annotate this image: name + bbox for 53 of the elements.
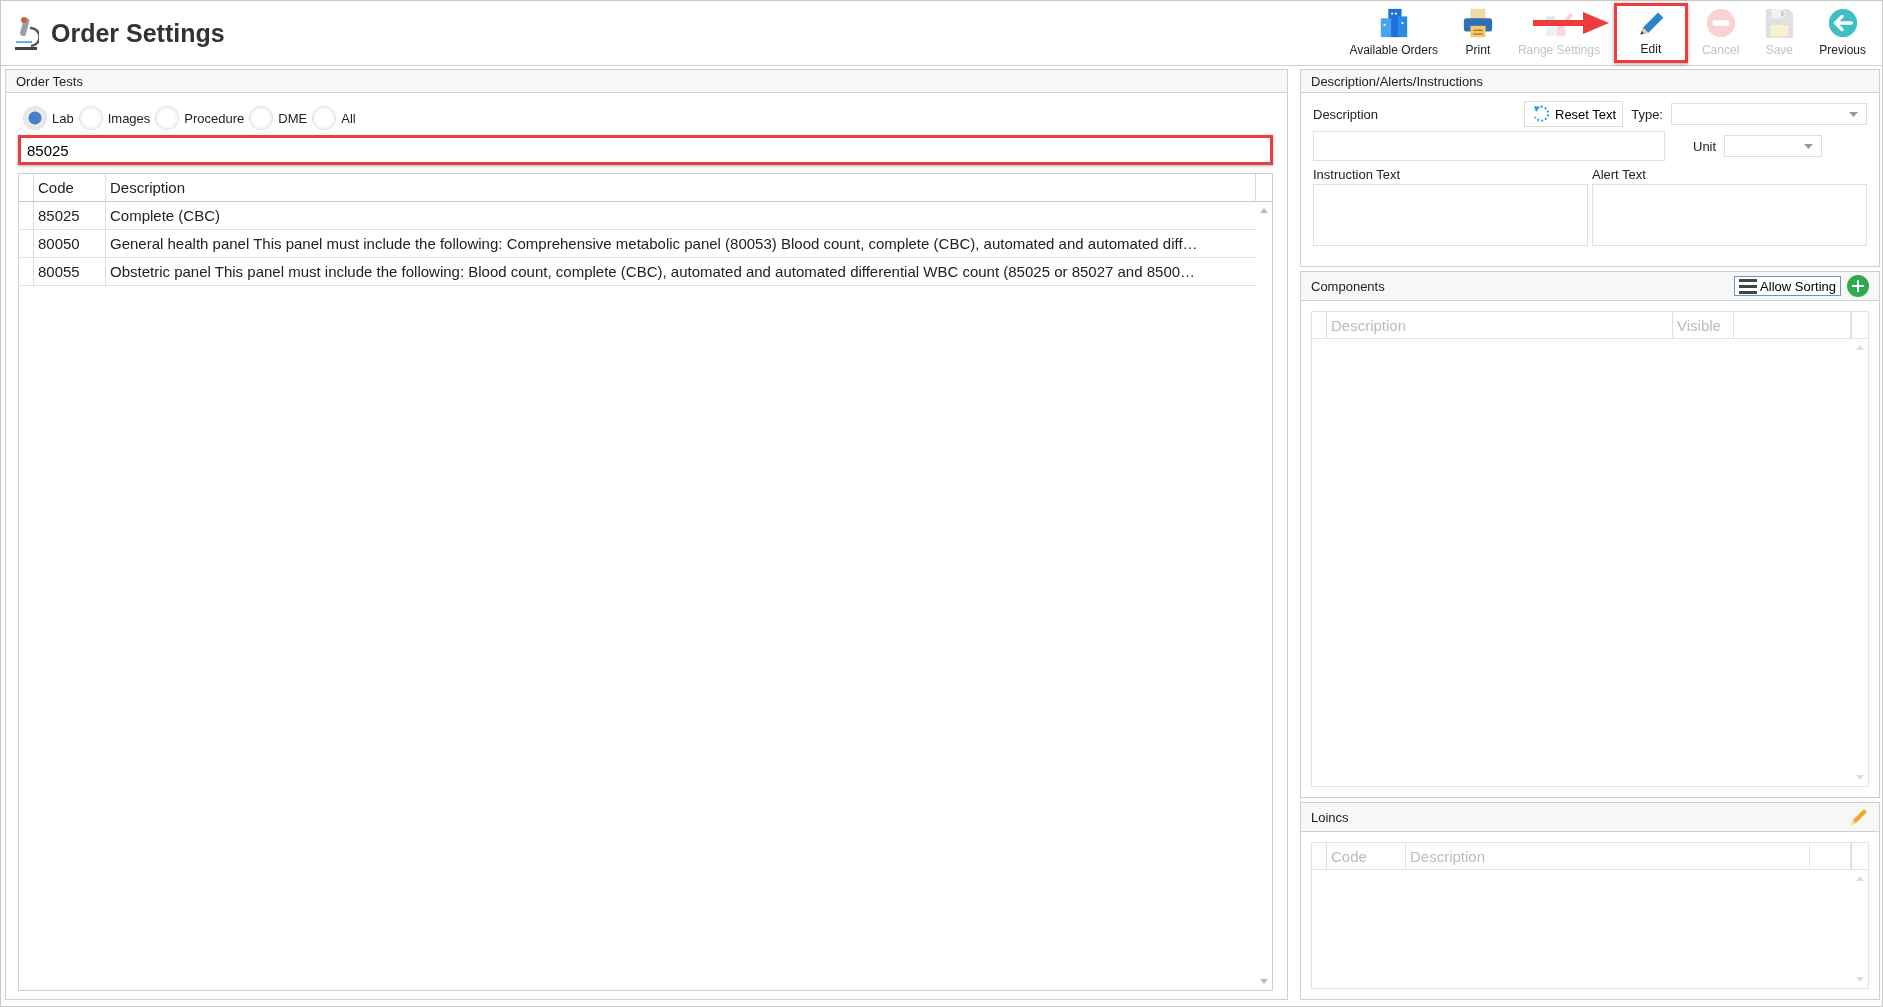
field-label: Alert Text [1592, 167, 1647, 182]
text-area[interactable] [1313, 184, 1588, 246]
panel-title: Components [1311, 278, 1386, 294]
radio-label[interactable]: Images [107, 110, 151, 126]
description-field[interactable] [1313, 131, 1665, 161]
unit-dropdown[interactable] [1724, 135, 1823, 157]
radio-button[interactable] [79, 107, 102, 129]
add-icon[interactable] [1847, 275, 1869, 297]
radio-button[interactable] [24, 107, 46, 129]
table-cell: 80050 [34, 230, 106, 257]
text-area[interactable] [1592, 184, 1867, 246]
field-label: Unit [1693, 138, 1717, 154]
type-dropdown[interactable] [1671, 103, 1867, 125]
search-field[interactable]: 85025 [18, 135, 1273, 165]
panel-title: Loincs [1311, 809, 1350, 825]
column-header[interactable]: Code [34, 174, 106, 201]
radio-button[interactable] [250, 107, 273, 129]
toolbar-button[interactable]: Edit [1613, 3, 1688, 63]
table-cell-text: Complete (CBC) [109, 206, 222, 226]
dropdown-arrow-icon [1804, 143, 1814, 149]
reset-text-button[interactable]: Reset Text [1524, 101, 1624, 127]
scroll-up-icon [1856, 344, 1864, 350]
panel-title: Order Tests [16, 73, 84, 89]
scroll-down-icon [1856, 977, 1864, 983]
dropdown-arrow-icon [1849, 111, 1858, 117]
field-label: Description [1313, 106, 1380, 122]
toolbar-button[interactable]: Previous [1811, 3, 1874, 63]
table-cell: 85025 [34, 202, 106, 229]
toolbar-button[interactable]: Available Orders [1341, 3, 1446, 63]
radio-label[interactable]: DME [278, 110, 308, 126]
radio-button[interactable] [313, 107, 336, 129]
allow-sorting-button[interactable]: Allow Sorting [1734, 276, 1841, 296]
refresh-icon [1531, 104, 1551, 124]
menu-icon [1739, 278, 1758, 294]
radio-label[interactable]: All [341, 110, 356, 126]
table-cell-text: Obstetric panel This panel must include the following: Blood count, complete (CBC), automated and automated differential WBC count (85025 or 85027 and 8500… [109, 262, 1197, 282]
radio-label[interactable]: Lab [52, 110, 74, 126]
microscope-icon [13, 14, 39, 52]
scroll-up-icon [1856, 875, 1864, 881]
window-title: Order Settings [51, 18, 225, 48]
column-header[interactable]: Description [106, 174, 1255, 201]
pencil-icon[interactable] [1849, 807, 1869, 827]
scroll-up-icon [1260, 207, 1268, 213]
table-cell: 80055 [34, 258, 106, 285]
field-label: Type: [1631, 106, 1663, 122]
scroll-down-icon [1260, 979, 1268, 985]
radio-button[interactable] [156, 107, 179, 129]
field-label: Instruction Text [1313, 167, 1402, 182]
panel-title: Description/Alerts/Instructions [1311, 73, 1484, 89]
toolbar-button[interactable]: Print [1451, 3, 1504, 63]
scroll-down-icon [1856, 775, 1864, 781]
radio-label[interactable]: Procedure [184, 110, 245, 126]
table-cell-text: General health panel This panel must include the following: Comprehensive metabolic panel (80053) Blood count, complete (CBC), automated and automated diff… [109, 234, 1199, 254]
